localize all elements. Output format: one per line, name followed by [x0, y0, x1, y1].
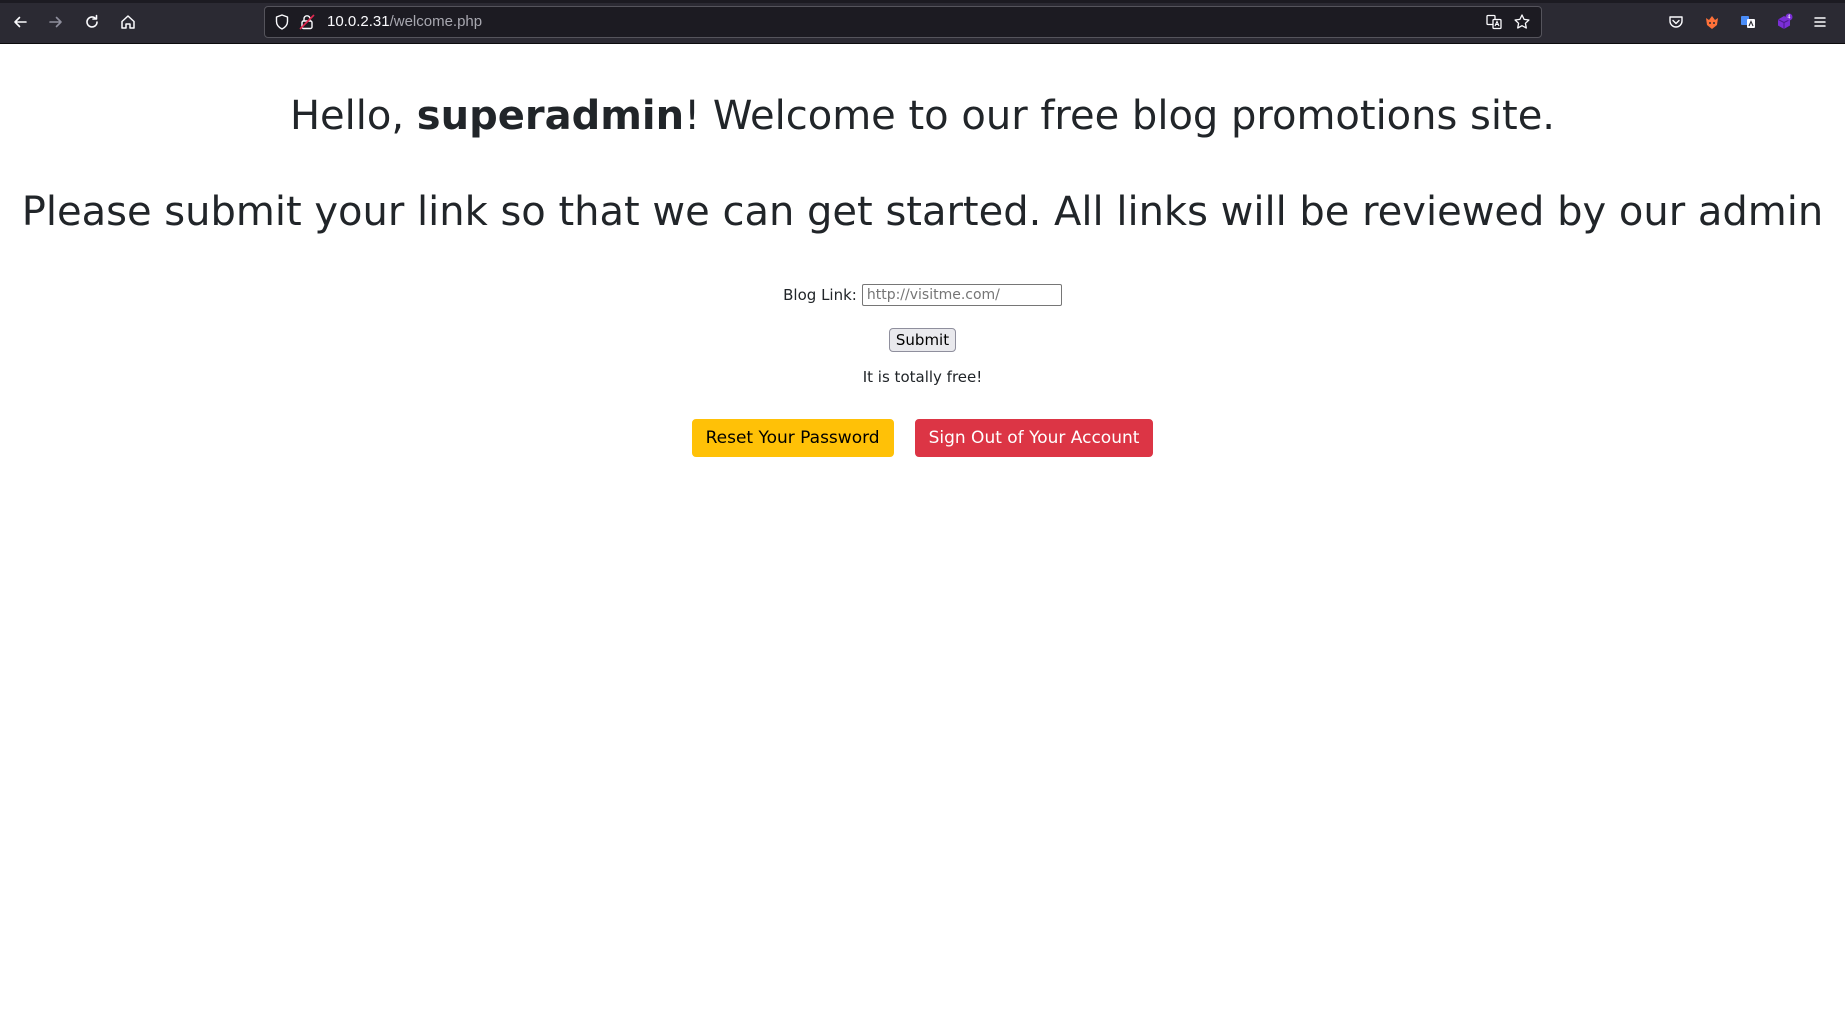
blog-link-label: Blog Link:: [783, 286, 857, 304]
lock-icon[interactable]: [298, 13, 316, 31]
back-button[interactable]: [6, 8, 34, 36]
url-host: 10.0.2.31: [327, 13, 390, 30]
account-actions: Reset Your Password Sign Out of Your Acc…: [0, 419, 1845, 457]
extension-translate-icon: [1741, 16, 1755, 28]
extension-cube-icon: 4: [1777, 13, 1793, 29]
extension-cube-button[interactable]: 4: [1770, 8, 1798, 36]
home-button[interactable]: [114, 8, 142, 36]
free-note: It is totally free!: [862, 368, 983, 386]
sign-out-button[interactable]: Sign Out of Your Account: [914, 419, 1154, 457]
toolbar-top-line: [0, 0, 1845, 3]
extension-fox-button[interactable]: [1698, 8, 1726, 36]
submit-button[interactable]: Submit: [888, 328, 957, 352]
translate-icon[interactable]: [1485, 13, 1503, 31]
reload-button[interactable]: [78, 8, 106, 36]
forward-button[interactable]: [42, 8, 70, 36]
home-icon: [121, 15, 135, 29]
username: superadmin: [416, 93, 685, 139]
greeting-prefix: Hello,: [289, 93, 417, 139]
url-path: /welcome.php: [389, 13, 483, 30]
greeting-suffix: ! Welcome to our free blog promotions si…: [684, 93, 1556, 139]
star-icon[interactable]: [1513, 13, 1531, 31]
pocket-button[interactable]: [1662, 8, 1690, 36]
blog-link-form: Blog Link:: [0, 283, 1845, 307]
reload-icon: [86, 14, 98, 28]
instructions-heading: Please submit your link so that we can g…: [21, 189, 1824, 235]
shield-icon[interactable]: [273, 13, 291, 31]
url-bar[interactable]: 10.0.2.31/welcome.php: [264, 6, 1542, 38]
forward-icon: [49, 16, 62, 28]
back-icon: [14, 16, 27, 28]
extension-translate-button[interactable]: [1734, 8, 1762, 36]
menu-button[interactable]: [1806, 8, 1834, 36]
greeting-heading: Hello, superadmin! Welcome to our free b…: [0, 92, 1845, 140]
pocket-icon: [1669, 16, 1683, 28]
extension-badge: 4: [1787, 15, 1790, 21]
browser-toolbar: 10.0.2.31/welcome.php 4: [0, 0, 1845, 44]
blog-link-input[interactable]: [861, 284, 1062, 306]
url-text[interactable]: 10.0.2.31/welcome.php: [327, 7, 482, 37]
reset-password-button[interactable]: Reset Your Password: [691, 419, 894, 457]
page-content: Hello, superadmin! Welcome to our free b…: [0, 44, 1845, 1020]
menu-icon: [1814, 17, 1826, 27]
extension-fox-icon: [1706, 16, 1718, 29]
submit-row: Submit: [0, 328, 1845, 352]
